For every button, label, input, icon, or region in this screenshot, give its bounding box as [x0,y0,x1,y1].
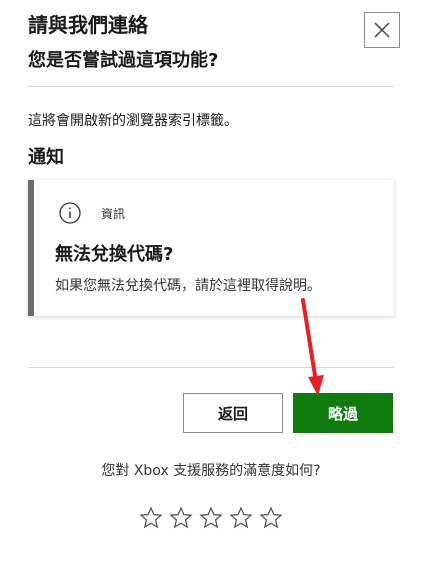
star-icon[interactable] [256,503,286,533]
dialog-subtitle: 您是否嘗試過這項功能? [28,50,219,71]
skip-button[interactable]: 略過 [293,393,393,433]
card-description: 如果您無法兌換代碼，請於這裡取得說明。 [55,278,321,294]
info-icon [59,202,81,224]
star-icon[interactable] [226,503,256,533]
star-rating[interactable] [136,503,286,533]
new-tab-notice: 這將會開啟新的瀏覽器索引標籤。 [28,113,238,129]
star-icon[interactable] [196,503,226,533]
card-heading: 無法兌換代碼? [55,244,174,265]
dialog-title: 請與我們連絡 [28,13,148,37]
back-button[interactable]: 返回 [183,393,283,433]
bottom-divider [28,367,394,368]
section-title: 通知 [28,147,64,168]
star-icon[interactable] [136,503,166,533]
top-divider [28,86,394,87]
close-button[interactable] [364,12,400,48]
survey-question: 您對 Xbox 支援服務的滿意度如何? [101,463,321,479]
star-icon[interactable] [166,503,196,533]
notice-card[interactable]: 資訊 無法兌換代碼? 如果您無法兌換代碼，請於這裡取得說明。 [28,180,394,316]
card-label: 資訊 [101,207,126,221]
close-icon [374,22,390,38]
